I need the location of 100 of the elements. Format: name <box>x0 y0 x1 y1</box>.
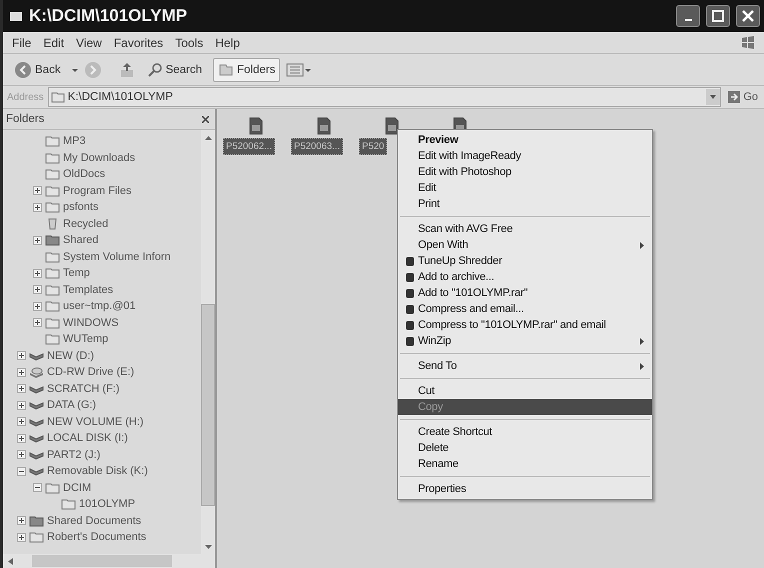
menu-item[interactable]: Compress to "101OLYMP.rar" and email <box>398 317 652 333</box>
menu-item[interactable]: Delete <box>398 440 652 456</box>
menu-item[interactable]: Cut <box>398 383 652 399</box>
image-file-icon[interactable] <box>385 117 399 135</box>
menu-item[interactable]: WinZip <box>398 333 652 349</box>
expand-toggle[interactable] <box>33 268 42 278</box>
menu-item[interactable]: Create Shortcut <box>398 424 652 440</box>
collapse-toggle[interactable] <box>33 483 42 492</box>
back-button[interactable]: Back <box>9 58 66 82</box>
scroll-down-arrow-icon[interactable] <box>204 544 212 550</box>
tree-item[interactable]: Robert's Documents <box>47 531 146 544</box>
tree-item[interactable]: user~tmp.@01 <box>63 300 136 312</box>
expand-toggle[interactable] <box>17 368 26 377</box>
search-button[interactable]: Search <box>142 58 208 82</box>
menu-item[interactable]: File <box>7 34 36 52</box>
menu-item[interactable]: Rename <box>398 456 652 472</box>
tree-item[interactable]: Shared Documents <box>47 514 142 527</box>
file-name[interactable]: P520063... <box>291 138 343 155</box>
expand-toggle[interactable] <box>17 400 26 410</box>
expand-toggle[interactable] <box>17 351 26 360</box>
views-icon[interactable] <box>286 62 312 78</box>
tree-item[interactable]: Program Files <box>63 184 132 197</box>
expand-toggle[interactable] <box>17 516 26 526</box>
tree-item[interactable]: Removable Disk (K:) <box>47 465 148 478</box>
tree-item[interactable]: LOCAL DISK (I:) <box>47 432 128 444</box>
scroll-left-arrow-icon[interactable] <box>8 558 13 564</box>
tree-item[interactable]: NEW VOLUME (H:) <box>47 416 144 428</box>
menu-item[interactable]: Open With <box>398 237 652 253</box>
minimize-icon <box>684 19 692 21</box>
tree-item[interactable]: PART2 (J:) <box>47 448 100 461</box>
expand-toggle[interactable] <box>33 202 42 212</box>
tree-item[interactable]: Shared <box>63 234 98 246</box>
dropdown-arrow-icon[interactable] <box>72 66 78 72</box>
file-name[interactable]: P520 <box>359 138 388 155</box>
scroll-up-arrow-icon[interactable] <box>204 134 212 140</box>
menu-item[interactable]: Favorites <box>108 34 168 52</box>
menu-item[interactable]: Edit with Photoshop <box>398 164 652 180</box>
expand-toggle[interactable] <box>17 384 26 394</box>
menu-item[interactable]: View <box>71 34 107 52</box>
tree-item[interactable]: System Volume Inforn <box>63 250 171 263</box>
shared-folder-icon <box>29 514 44 527</box>
menu-item[interactable]: Tools <box>170 34 208 52</box>
folder-icon <box>29 531 44 544</box>
tree-item[interactable]: SCRATCH (F:) <box>47 382 120 395</box>
menu-item[interactable]: Print <box>398 196 652 212</box>
image-file-icon[interactable] <box>317 117 331 135</box>
menu-item[interactable]: Add to "101OLYMP.rar" <box>398 285 652 301</box>
vertical-scrollbar[interactable] <box>201 130 215 554</box>
image-file-icon[interactable] <box>249 117 263 135</box>
tree-item[interactable]: DATA (G:) <box>47 399 96 412</box>
tree-item[interactable]: OldDocs <box>63 168 106 180</box>
menu-item[interactable]: TuneUp Shredder <box>398 253 652 269</box>
horizontal-scrollbar[interactable] <box>3 554 215 568</box>
tree-item[interactable]: psfonts <box>63 201 98 214</box>
expand-toggle[interactable] <box>33 186 42 196</box>
menu-item[interactable]: Send To <box>398 358 652 374</box>
tree-item[interactable]: Temp <box>63 267 90 280</box>
tree-item[interactable]: MP3 <box>63 135 86 148</box>
tree-item[interactable]: WUTemp <box>63 333 108 346</box>
address-field[interactable]: K:\DCIM\101OLYMP <box>48 87 722 107</box>
menu-item[interactable]: Add to archive... <box>398 269 652 285</box>
expand-toggle[interactable] <box>33 236 42 245</box>
drive-icon <box>29 350 44 361</box>
expand-toggle[interactable] <box>17 434 26 443</box>
tree-item[interactable]: NEW (D:) <box>47 350 94 362</box>
minimize-button[interactable] <box>676 5 700 27</box>
expand-toggle[interactable] <box>17 450 26 460</box>
go-button[interactable]: Go <box>725 90 760 104</box>
close-button[interactable] <box>736 5 760 27</box>
menu-item[interactable]: Help <box>210 34 245 52</box>
menu-item[interactable]: Edit with ImageReady <box>398 148 652 164</box>
collapse-toggle[interactable] <box>17 466 26 476</box>
expand-toggle[interactable] <box>33 318 42 328</box>
menu-item[interactable]: Properties <box>398 481 652 497</box>
tree-item[interactable]: My Downloads <box>63 152 136 164</box>
tree-item[interactable]: CD-RW Drive (E:) <box>47 366 134 378</box>
drive-icon <box>29 433 44 444</box>
drive-icon <box>29 450 44 460</box>
tree-item[interactable]: Templates <box>63 284 114 296</box>
file-name[interactable]: P520062... <box>223 138 275 155</box>
expand-toggle[interactable] <box>33 285 42 294</box>
expand-toggle[interactable] <box>33 302 42 311</box>
expand-toggle[interactable] <box>17 417 26 426</box>
folder-icon <box>45 152 60 164</box>
menu-item[interactable]: Scan with AVG Free <box>398 221 652 237</box>
menu-item[interactable]: Edit <box>398 180 652 196</box>
menu-item[interactable]: Copy <box>398 399 652 415</box>
pane-title: Folders <box>6 113 44 125</box>
folders-button[interactable]: Folders <box>213 58 280 82</box>
tree-item[interactable]: DCIM <box>63 482 92 494</box>
close-icon[interactable] <box>202 116 209 122</box>
submenu-arrow-icon <box>640 362 644 370</box>
tree-item[interactable]: 101OLYMP <box>79 498 136 510</box>
maximize-button[interactable] <box>706 5 730 27</box>
menu-item[interactable]: Preview <box>398 132 652 148</box>
expand-toggle[interactable] <box>17 532 26 542</box>
menu-item[interactable]: Compress and email... <box>398 301 652 317</box>
tree-item[interactable]: WINDOWS <box>63 316 119 329</box>
menu-item[interactable]: Edit <box>38 34 70 52</box>
tree-item[interactable]: Recycled <box>63 218 108 230</box>
